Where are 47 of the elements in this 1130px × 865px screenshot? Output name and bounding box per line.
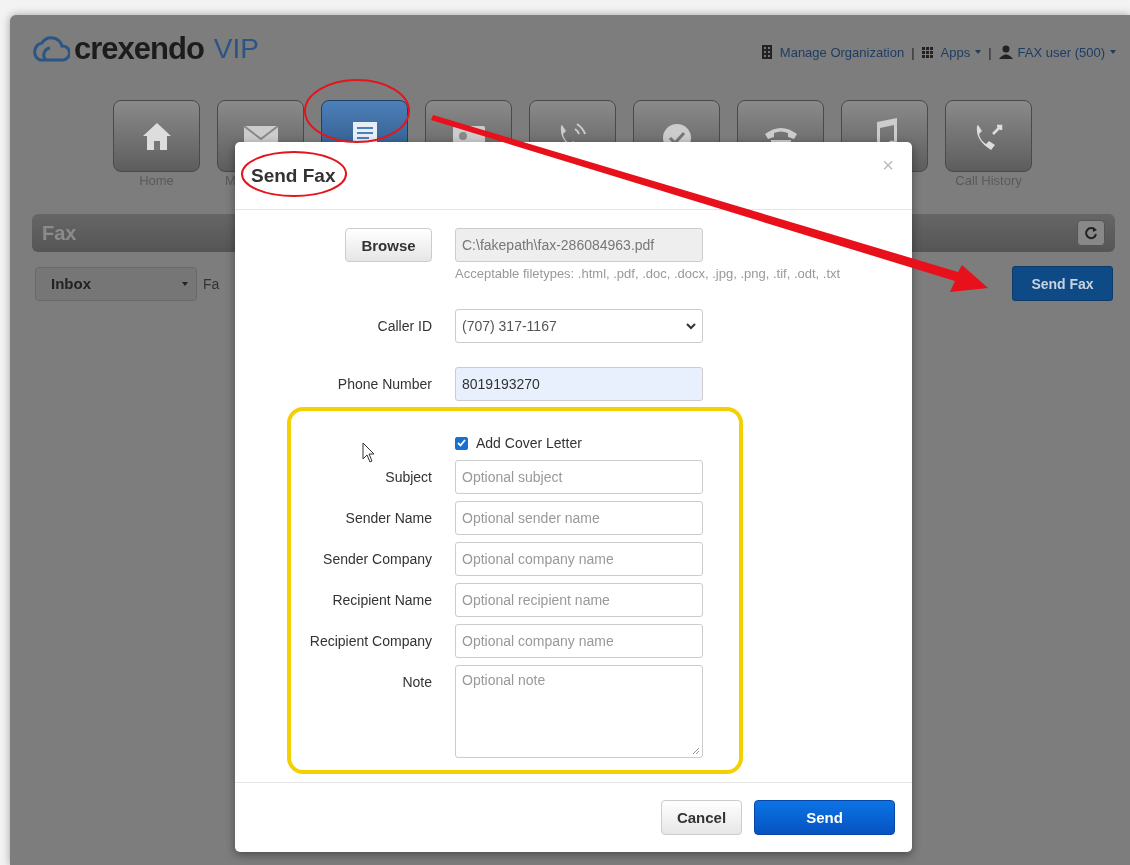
- field-label: Recipient Company: [308, 633, 432, 649]
- refresh-button[interactable]: [1077, 220, 1105, 246]
- text-field[interactable]: Optional subject: [455, 460, 703, 494]
- nav-tile[interactable]: [113, 100, 200, 172]
- building-icon: [760, 45, 775, 59]
- separator: |: [988, 44, 992, 60]
- send-fax-button[interactable]: Send Fax: [1012, 266, 1113, 301]
- close-button[interactable]: ×: [882, 154, 894, 177]
- header-link[interactable]: Apps: [921, 44, 982, 60]
- user-icon: [998, 45, 1013, 59]
- logo-suffix: VIP: [213, 33, 259, 65]
- send-button[interactable]: Send: [754, 800, 895, 835]
- browse-button[interactable]: Browse: [345, 228, 432, 262]
- text-field[interactable]: Optional company name: [455, 542, 703, 576]
- header-link[interactable]: Manage Organization: [760, 44, 905, 60]
- field-label: Recipient Name: [331, 592, 432, 608]
- separator: |: [911, 44, 915, 60]
- phone-number-field[interactable]: 8019193270: [455, 367, 703, 401]
- dialog-title: Send Fax: [251, 164, 336, 187]
- field-label: Caller ID: [376, 318, 432, 334]
- folder-dropdown[interactable]: Inbox: [35, 266, 197, 301]
- logo-text: crexendo: [74, 31, 204, 67]
- refresh-icon: [1084, 226, 1098, 240]
- cloud-logo-icon: [30, 36, 70, 62]
- grid-icon: [921, 45, 936, 59]
- nav-tile[interactable]: [945, 100, 1032, 172]
- toolbar-text: Fa: [203, 275, 220, 292]
- checkbox[interactable]: [455, 436, 468, 450]
- chevron-icon: [686, 322, 696, 330]
- resize-grip-icon: [692, 747, 700, 755]
- field-label: Sender Company: [322, 551, 432, 567]
- field-label: Phone Number: [336, 376, 432, 392]
- header-link[interactable]: FAX user (500): [998, 44, 1116, 60]
- text-field[interactable]: Optional company name: [455, 624, 703, 658]
- field-label: Subject: [384, 469, 432, 485]
- field-label: Sender Name: [344, 510, 432, 526]
- file-path-field[interactable]: C:\fakepath\fax-286084963.pdf: [455, 228, 703, 262]
- field-label: Note: [401, 674, 432, 690]
- text-field[interactable]: Optional recipient name: [455, 583, 703, 617]
- help-text: Acceptable filetypes: .html, .pdf, .doc, .docx, .jpg, .png, .tif, .odt, .txt: [455, 266, 842, 281]
- checkbox-label: Add Cover Letter: [476, 435, 582, 451]
- text-field[interactable]: Optional sender name: [455, 501, 703, 535]
- pointer-cursor-icon: [362, 442, 375, 463]
- caller-id-select[interactable]: (707) 317-1167: [455, 309, 703, 343]
- caret-icon: [182, 281, 188, 286]
- cancel-button[interactable]: Cancel: [661, 800, 742, 835]
- note-textarea[interactable]: Optional note: [455, 665, 703, 758]
